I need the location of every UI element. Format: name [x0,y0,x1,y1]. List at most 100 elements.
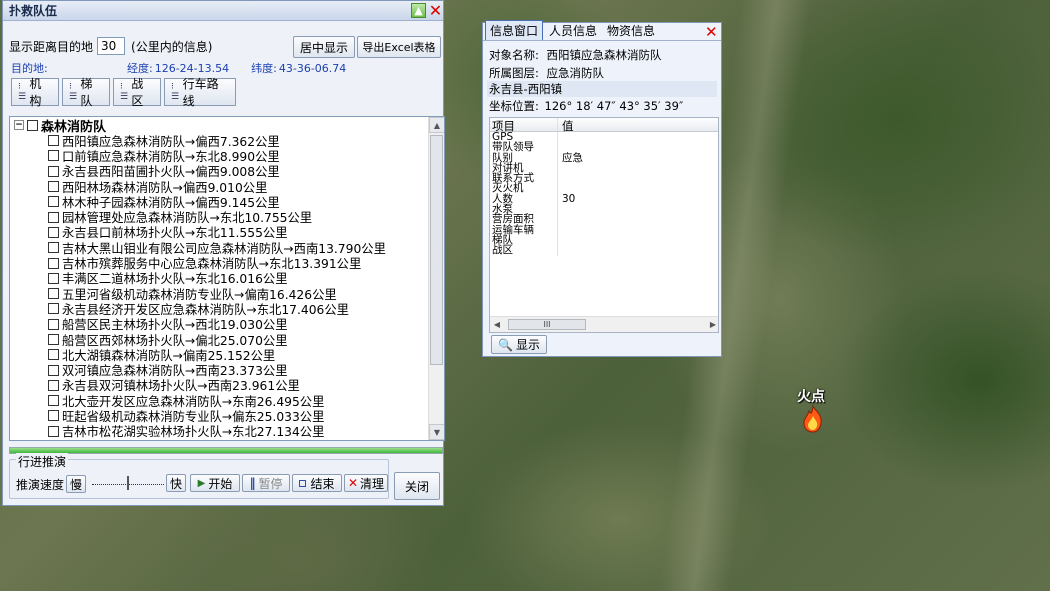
checkbox[interactable] [48,226,59,238]
tree-item[interactable]: 吉林市松花湖实验林场扑火队→东北27.134公里 [10,424,428,439]
center-display-button[interactable]: 居中显示 [293,36,355,58]
close-icon[interactable]: ✕ [428,1,443,20]
slow-button[interactable]: 慢 [66,475,87,493]
close-panel-button[interactable]: 关闭 [394,472,440,500]
export-excel-button[interactable]: 导出Excel表格 [357,36,441,58]
distance-input[interactable]: 30 [97,37,126,55]
collapse-icon[interactable]: − [14,120,24,130]
scroll-left-icon[interactable]: ◀ [490,320,504,329]
tool-agency-button[interactable]: ⁝☰ 机构 [11,77,59,108]
layer-label: 所属图层: [489,66,539,80]
grid-row[interactable]: 队别 应急 [490,152,718,163]
minimize-button[interactable]: ▲ [411,3,426,18]
scroll-right-icon[interactable]: ▶ [710,320,716,329]
end-label: 结束 [310,476,335,491]
tool-zone-button[interactable]: ⁝☰ 战区 [113,77,161,108]
checkbox[interactable] [48,211,59,223]
grid-row[interactable]: 运输车辆 [490,224,718,235]
tab-supplies[interactable]: 物资信息 [603,21,659,40]
list-icon: ⁝☰ [18,82,26,102]
panel-titlebar[interactable]: 扑救队伍 [3,1,443,21]
horizontal-scrollbar[interactable]: ◀ III ▶ [490,316,718,332]
tab-info-window[interactable]: 信息窗口 [485,20,544,40]
pause-button[interactable]: ‖ 暂停 [242,474,290,492]
checkbox[interactable] [48,150,59,162]
scroll-up-icon[interactable]: ▲ [429,117,444,133]
checkbox[interactable] [48,303,59,315]
pause-icon: ‖ [249,476,256,490]
checkbox[interactable] [48,135,59,147]
distance-unit: (公里内的信息) [131,39,213,54]
tree-item-label: 吉林市松花湖实验林场扑火队→东北27.134公里 [62,425,325,440]
checkbox[interactable] [48,410,59,422]
coord-label: 坐标位置: [489,99,539,113]
checkbox[interactable] [48,334,59,345]
checkbox[interactable] [48,181,59,193]
checkbox[interactable] [48,165,59,177]
grid-row[interactable]: 人数 30 [490,192,718,205]
vertical-scrollbar[interactable]: ▲ ▼ [428,117,444,440]
stop-icon [299,479,307,487]
grid-rows: GPS 带队领导 队别 应急 对讲机 联系方式 灭火机 人数 30 水泵 营房面积 运输车辆 梯队 战区 [490,132,718,256]
end-button[interactable]: 结束 [292,474,342,492]
checkbox[interactable] [48,242,59,254]
list-icon: ⁝☰ [120,82,128,102]
latitude-value: 43-36-06.74 [278,61,347,75]
rescue-team-panel: 扑救队伍 ▲ ✕ 显示距离目的地 30 (公里内的信息) 居中显示 导出Exce… [2,0,445,506]
checkbox[interactable] [48,318,59,330]
scroll-thumb[interactable] [430,135,443,365]
grid-header-item[interactable]: 项目 [490,118,558,133]
tool-label: 梯队 [80,77,93,108]
longitude-label: 经度: [127,62,153,75]
grid-header: 项目 值 [490,118,718,133]
grid-row[interactable]: 战区 [490,245,718,256]
tool-route-button[interactable]: ⁝☰ 行车路线 [164,77,236,108]
speed-slider[interactable] [90,476,166,490]
team-tree[interactable]: − 森林消防队 西阳镇应急森林消防队→偏西7.362公里 口前镇应急森林消防队→东… [9,116,445,441]
checkbox[interactable] [48,379,59,391]
checkbox[interactable] [48,364,59,376]
grid-row[interactable]: 梯队 [490,235,718,245]
show-button[interactable]: 🔍 显示 [491,335,547,354]
tool-echelon-button[interactable]: ⁝☰ 梯队 [62,77,110,108]
checkbox[interactable] [48,395,59,407]
checkbox[interactable] [48,257,59,269]
play-icon: ▶ [197,477,206,489]
checkbox[interactable] [48,349,59,361]
start-button[interactable]: ▶ 开始 [190,474,240,492]
checkbox[interactable] [48,425,59,437]
grid-row[interactable]: 联系方式 [490,173,718,184]
tool-label: 战区 [131,77,144,108]
grid-row[interactable]: 灭火机 [490,183,718,194]
progress-bar [9,447,443,454]
grid-header-value[interactable]: 值 [558,118,718,133]
close-icon[interactable]: ✕ [705,23,718,41]
property-grid[interactable]: 项目 值 GPS 带队领导 队别 应急 对讲机 联系方式 灭火机 人数 30 水泵 营房面积 运输车辆… [489,117,719,333]
clear-button[interactable]: ✕ 清理 [344,474,388,492]
grid-cell-value [558,173,718,183]
tree-items: 西阳镇应急森林消防队→偏西7.362公里 口前镇应急森林消防队→东北8.990公里… [10,133,428,441]
show-label: 显示 [515,338,540,352]
checkbox[interactable] [48,288,59,300]
fast-button[interactable]: 快 [166,474,186,492]
playback-group: 行进推演 推演速度 慢 快 ▶ 开始 ‖ 暂停 结束 ✕ 清理 [9,453,389,499]
tree-root[interactable]: − 森林消防队 [10,117,428,135]
grid-cell-value: 30 [562,192,576,205]
checkbox[interactable] [48,272,59,284]
scroll-thumb[interactable]: III [508,319,586,330]
slider-thumb[interactable] [127,476,129,490]
destination-label: 目的地: [11,62,48,75]
checkbox[interactable] [27,119,38,131]
list-icon: ⁝☰ [69,82,77,102]
grid-row[interactable]: 带队领导 [490,142,718,153]
fire-icon[interactable] [800,404,826,434]
scroll-down-icon[interactable]: ▼ [429,424,444,440]
start-label: 开始 [208,476,233,491]
grid-cell-value [558,235,718,245]
tab-personnel[interactable]: 人员信息 [545,21,601,40]
info-panel: 信息窗口 人员信息 物资信息 ✕ 对象名称: 西阳镇应急森林消防队 所属图层: … [482,20,722,357]
tree-item-label: … [62,440,74,441]
clear-label: 清理 [360,476,385,491]
pause-label: 暂停 [258,476,283,491]
checkbox[interactable] [48,196,59,208]
